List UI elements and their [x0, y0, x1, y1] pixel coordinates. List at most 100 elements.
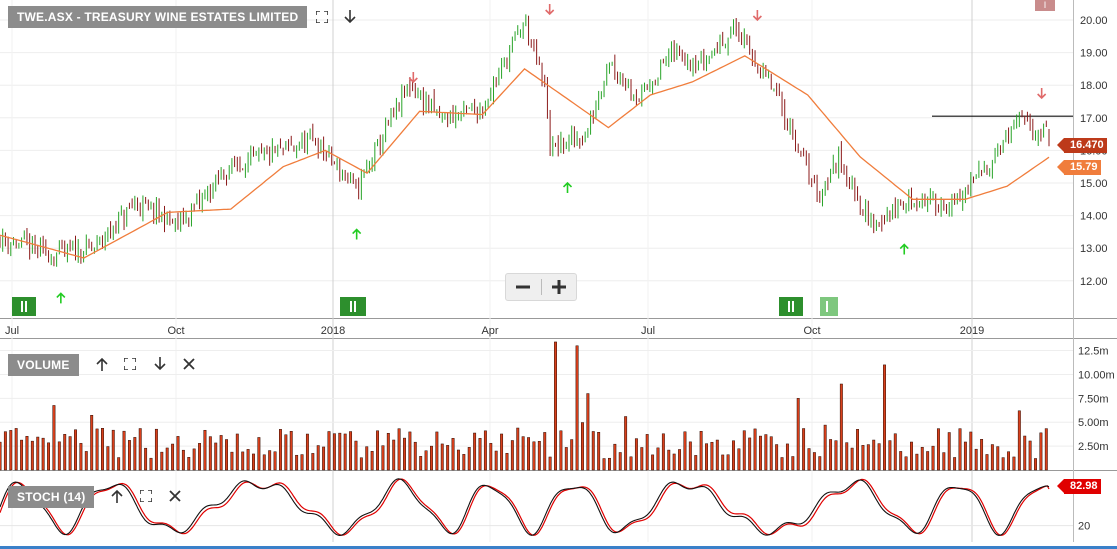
volume-bar	[467, 447, 471, 471]
signal-marker	[820, 297, 838, 316]
volume-bar	[241, 451, 245, 471]
volume-bar	[969, 431, 973, 471]
volume-bar	[338, 432, 342, 471]
volume-bar	[101, 428, 104, 471]
volume-bar	[138, 428, 142, 471]
volume-bar	[246, 449, 250, 471]
expand-icon[interactable]	[121, 355, 139, 373]
volume-bar	[672, 453, 676, 471]
volume-bar	[597, 432, 601, 471]
price-y-tick-label: 14.00	[1080, 211, 1108, 223]
volume-bar	[505, 453, 509, 471]
volume-bar	[737, 448, 741, 471]
volume-bar	[980, 439, 984, 471]
volume-bar	[543, 432, 547, 471]
volume-bar	[732, 440, 735, 471]
volume-bar	[705, 443, 708, 471]
volume-bar	[1039, 432, 1043, 471]
volume-bar	[365, 446, 369, 471]
volume-bar	[483, 430, 487, 471]
stoch-y-tick-label: 20	[1078, 521, 1090, 533]
volume-bar	[645, 434, 649, 471]
volume-bar	[273, 451, 277, 471]
volume-bar	[575, 345, 579, 471]
volume-bar	[165, 447, 169, 471]
signal-marker-tick	[354, 301, 356, 312]
volume-bar	[1017, 410, 1021, 471]
move-up-icon[interactable]	[93, 355, 111, 373]
stoch-panel-label: STOCH (14)	[8, 486, 95, 508]
close-icon[interactable]	[180, 355, 198, 373]
volume-bar	[656, 447, 660, 471]
volume-bar	[214, 442, 218, 471]
volume-bar	[0, 441, 2, 471]
volume-bar	[1012, 456, 1016, 471]
close-icon[interactable]	[166, 487, 184, 505]
volume-bar	[397, 428, 401, 471]
volume-bar	[74, 429, 77, 471]
corner-badge[interactable]: I	[1035, 0, 1055, 11]
volume-bar	[764, 434, 768, 471]
volume-bar	[527, 437, 530, 471]
volume-bar	[14, 428, 18, 471]
volume-bar	[548, 456, 552, 471]
volume-bar	[386, 432, 390, 471]
volume-bar	[802, 428, 806, 471]
volume-bar	[419, 456, 423, 471]
last-close-tag: 16.470	[1057, 138, 1107, 153]
expand-icon[interactable]	[137, 487, 155, 505]
volume-bar	[516, 427, 520, 471]
volume-bar	[392, 439, 396, 471]
zoom-in-button[interactable]	[542, 274, 577, 300]
volume-bar	[559, 430, 563, 471]
zoom-out-button[interactable]	[506, 274, 541, 300]
volume-bar	[883, 364, 886, 471]
volume-bar	[1023, 435, 1027, 471]
volume-bar	[785, 443, 789, 471]
x-tick-label: Oct	[167, 325, 184, 337]
x-tick-label: Jul	[641, 325, 655, 337]
volume-bar	[354, 440, 358, 471]
volume-bar	[532, 441, 536, 471]
volume-bar	[171, 443, 175, 471]
volume-y-tick-label: 7.50m	[1078, 393, 1109, 405]
volume-bar	[936, 428, 940, 471]
move-up-icon[interactable]	[108, 487, 126, 505]
volume-bar	[834, 440, 838, 471]
volume-bar	[235, 433, 239, 471]
volume-bar	[95, 428, 99, 471]
volume-bar	[133, 437, 137, 471]
volume-bar	[316, 445, 320, 471]
volume-bar	[613, 443, 617, 471]
signal-marker-tick	[792, 301, 794, 312]
volume-y-tick-label: 5.00m	[1078, 417, 1109, 429]
volume-bar	[694, 455, 698, 471]
volume-bar	[586, 393, 590, 471]
volume-bar	[856, 429, 859, 471]
volume-bar	[295, 454, 299, 471]
move-down-icon[interactable]	[151, 355, 169, 373]
volume-bar	[451, 438, 455, 471]
volume-bar	[775, 444, 779, 471]
volume-bar	[90, 415, 94, 471]
volume-bar	[829, 439, 833, 471]
volume-bar	[381, 445, 385, 471]
volume-bar	[759, 435, 762, 471]
arrow-down-icon[interactable]	[341, 8, 359, 26]
volume-bar	[268, 450, 272, 471]
volume-bar	[910, 441, 913, 471]
volume-bar	[899, 451, 903, 471]
volume-bar	[753, 428, 757, 471]
volume-bar	[1034, 458, 1037, 471]
volume-bar	[591, 431, 595, 471]
expand-icon[interactable]	[313, 8, 331, 26]
price-y-tick-label: 18.00	[1080, 80, 1108, 92]
price-y-tick-label: 20.00	[1080, 15, 1108, 27]
volume-bar	[106, 446, 110, 471]
volume-bar	[710, 441, 714, 471]
volume-bar	[424, 450, 428, 471]
volume-bar	[322, 446, 326, 471]
volume-bar	[618, 452, 622, 471]
volume-bar	[30, 440, 34, 471]
signal-marker-tick	[788, 301, 790, 312]
